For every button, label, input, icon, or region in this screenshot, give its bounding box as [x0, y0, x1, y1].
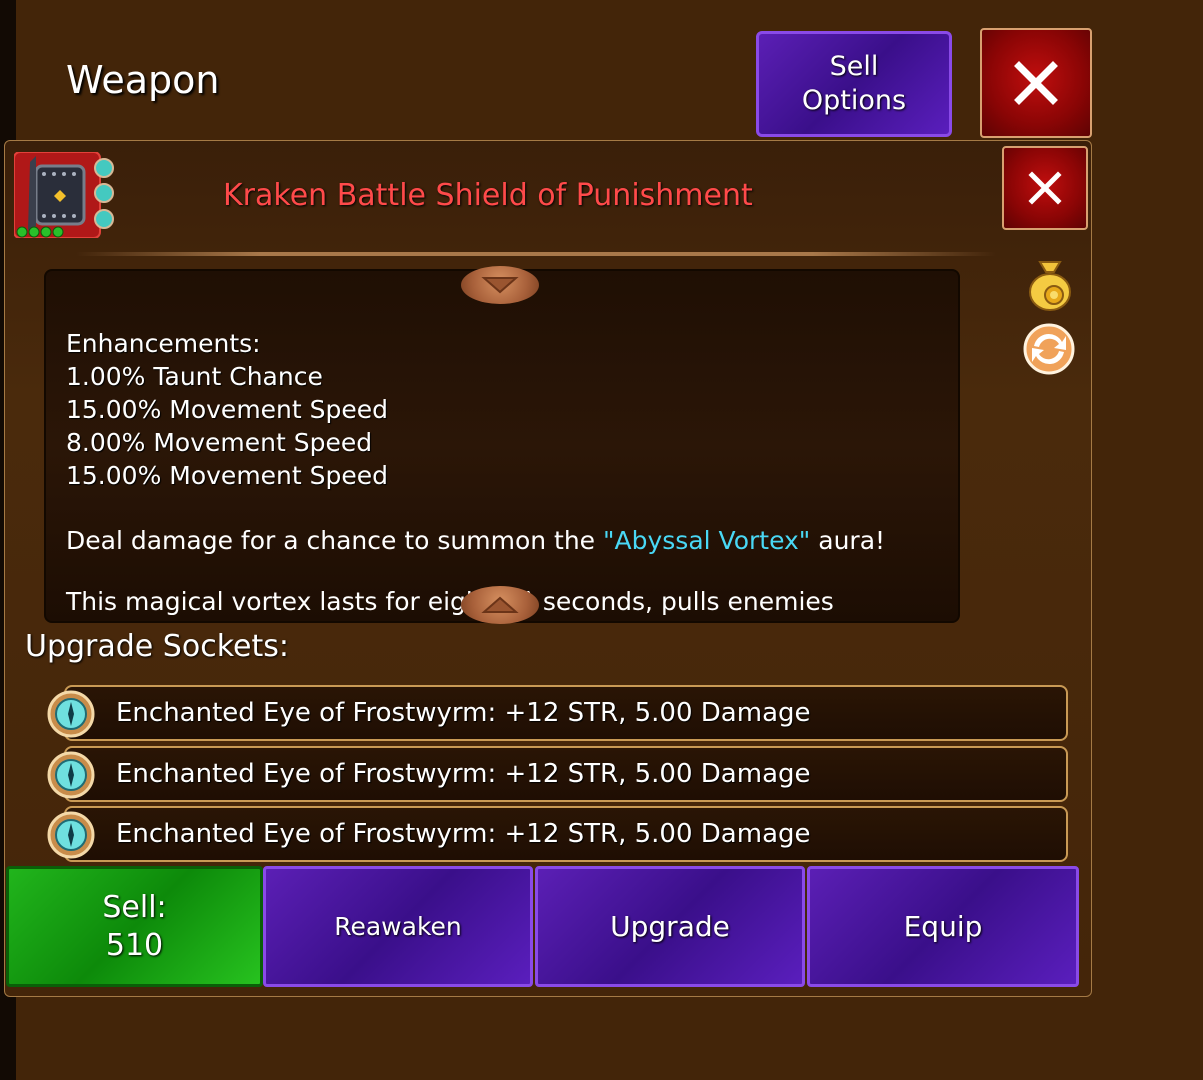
- sell-label: Sell:: [102, 889, 167, 925]
- enhancement-line: 8.00% Movement Speed: [66, 428, 373, 457]
- enhancements-heading: Enhancements:: [66, 329, 261, 358]
- sell-options-label: Sell Options: [801, 51, 907, 116]
- equip-label: Equip: [903, 910, 983, 943]
- enhancements-block: Enhancements: 1.00% Taunt Chance 15.00% …: [66, 327, 388, 492]
- title-divider: [76, 252, 996, 256]
- aura-description: Deal damage for a chance to summon the "…: [66, 526, 886, 555]
- frost-eye-gem-icon: [46, 810, 96, 860]
- enhancement-line: 1.00% Taunt Chance: [66, 362, 323, 391]
- socket-indicators: [94, 158, 114, 229]
- scroll-down-button[interactable]: [461, 586, 539, 624]
- upgrade-sockets-title: Upgrade Sockets:: [25, 629, 289, 664]
- close-panel-button[interactable]: [1002, 146, 1088, 230]
- page-title: Weapon: [66, 58, 220, 102]
- triangle-up-icon: [481, 596, 519, 613]
- scroll-up-button[interactable]: [461, 266, 539, 304]
- close-window-button[interactable]: [980, 28, 1092, 138]
- cut-off-description: This magical vortex lasts for eight (8) …: [66, 587, 834, 616]
- enhancement-line: 15.00% Movement Speed: [66, 461, 389, 490]
- upgrade-button[interactable]: Upgrade: [535, 866, 805, 987]
- item-name: Kraken Battle Shield of Punishment: [223, 178, 753, 213]
- description-box[interactable]: Enhancements: 1.00% Taunt Chance 15.00% …: [44, 269, 960, 623]
- frost-eye-gem-icon: [46, 689, 96, 739]
- socket-label: Enchanted Eye of Frostwyrm: +12 STR, 5.0…: [116, 759, 811, 789]
- socket-label: Enchanted Eye of Frostwyrm: +12 STR, 5.0…: [116, 819, 811, 849]
- socket-label: Enchanted Eye of Frostwyrm: +12 STR, 5.0…: [116, 698, 811, 728]
- reawaken-label: Reawaken: [334, 912, 462, 941]
- swap-button[interactable]: [1022, 322, 1076, 376]
- sell-options-button[interactable]: Sell Options: [756, 31, 952, 137]
- item-icon[interactable]: [13, 151, 114, 239]
- shield-icon: [13, 151, 114, 239]
- close-icon: [1014, 61, 1058, 105]
- close-icon: [1028, 171, 1062, 205]
- reawaken-button[interactable]: Reawaken: [263, 866, 533, 987]
- gold-bag-button[interactable]: [1026, 258, 1074, 312]
- sell-value: 510: [105, 927, 164, 963]
- aura-name: "Abyssal Vortex": [603, 526, 811, 555]
- sell-button[interactable]: Sell: 510: [6, 866, 263, 987]
- frost-eye-gem-icon: [46, 750, 96, 800]
- swap-icon: [1023, 323, 1075, 375]
- triangle-down-icon: [481, 277, 519, 294]
- upgrade-label: Upgrade: [610, 910, 730, 943]
- equip-button[interactable]: Equip: [807, 866, 1079, 987]
- gold-bag-icon: [1029, 261, 1071, 311]
- enhancement-line: 15.00% Movement Speed: [66, 395, 389, 424]
